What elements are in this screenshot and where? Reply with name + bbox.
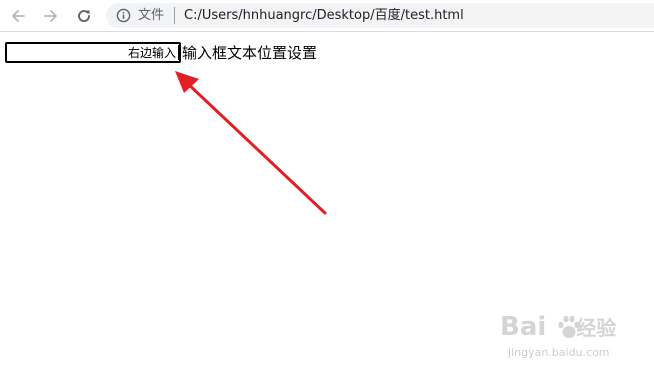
address-bar[interactable]: 文件 C:/Users/hnhuangrc/Desktop/百度/test.ht… [106, 3, 654, 28]
url-text[interactable]: C:/Users/hnhuangrc/Desktop/百度/test.html [184, 7, 464, 24]
text-caret [178, 45, 179, 60]
watermark-site: jingyan.baidu.com [508, 346, 610, 359]
back-arrow-icon [12, 10, 25, 22]
info-icon[interactable] [116, 8, 131, 23]
text-input[interactable] [5, 42, 181, 63]
paw-icon [558, 315, 580, 338]
forward-button[interactable] [39, 4, 63, 28]
reload-button[interactable] [72, 4, 96, 28]
forward-arrow-icon [44, 10, 57, 22]
reload-icon [78, 10, 90, 22]
back-button[interactable] [6, 4, 30, 28]
baidu-jingyan-watermark: Bai 经验 jingyan.baidu.com [500, 312, 650, 372]
browser-toolbar: 文件 C:/Users/hnhuangrc/Desktop/百度/test.ht… [0, 0, 654, 32]
omnibox-divider [174, 7, 175, 24]
input-description-label: 输入框文本位置设置 [182, 44, 318, 62]
security-label[interactable]: 文件 [138, 7, 164, 24]
